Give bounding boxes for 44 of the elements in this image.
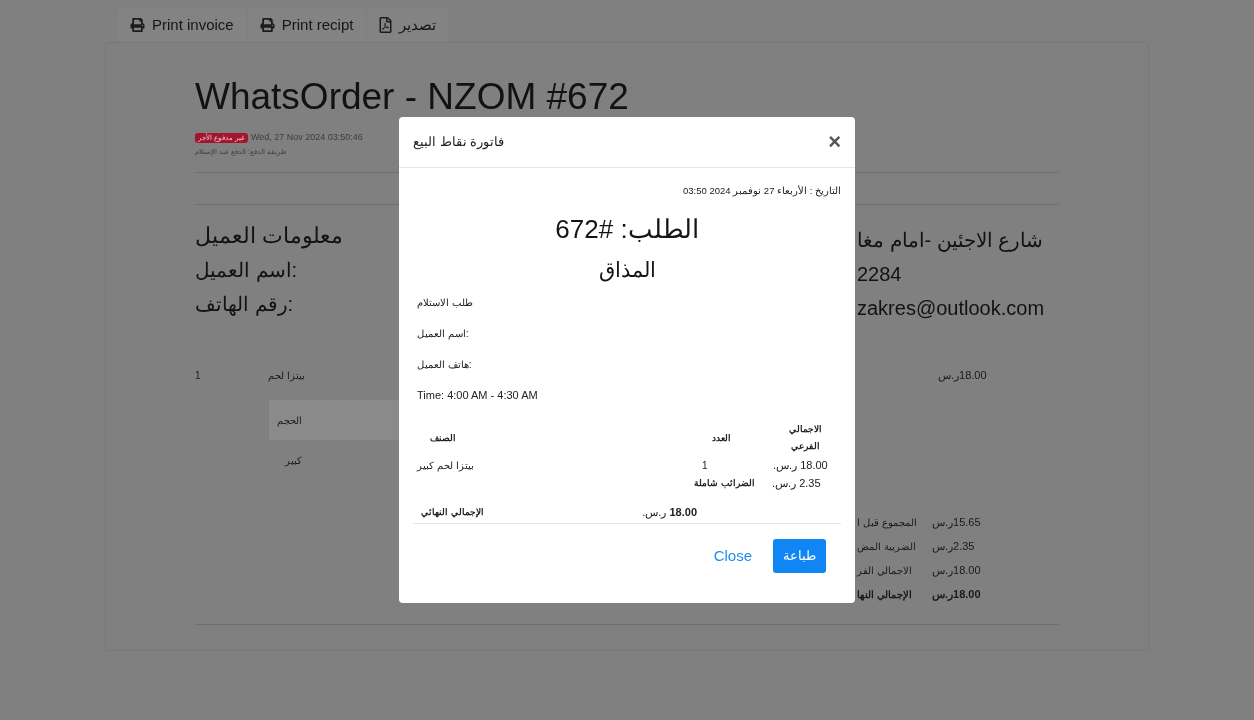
column-header: الاجمالي الفرعي	[788, 423, 823, 454]
column-header: الصنف	[429, 431, 456, 445]
table-cell: الضرائب شاملة	[694, 476, 755, 490]
summary-value: 2.35ر.س	[932, 538, 975, 555]
total-label: الإجمالي النهائي	[420, 505, 484, 520]
store-info: 2284	[857, 262, 902, 287]
summary-label: المجموع قبل ا	[857, 515, 918, 530]
summary-label: الاجمالي الفر	[857, 563, 913, 578]
receipt-date: التاريخ : الأربعاء 27 نوفمبر 2024 03:50	[683, 184, 841, 199]
printer-icon	[259, 18, 275, 32]
table-header-cell: الحجم	[269, 400, 400, 440]
store-info: zakres@outlook.com	[857, 296, 1045, 321]
store-name: المذاق	[598, 257, 656, 284]
order-detail: طلب الاستلام	[417, 296, 473, 311]
table-cell-text: 1	[195, 368, 201, 383]
invoice-title: WhatsOrder - NZOM #672	[195, 75, 629, 119]
table-cell-text: بيتزا لحم كبير	[415, 458, 474, 473]
table-cell-text: 18.00ر.س	[938, 367, 987, 384]
order-detail: اسم العميل:	[417, 327, 469, 342]
table-cell-text: كبير	[285, 454, 302, 468]
summary-label: الضريبة المض	[857, 539, 917, 554]
print-button[interactable]: طباعة	[773, 538, 826, 573]
summary-value: 18.00ر.س	[932, 562, 981, 579]
table-cell-text: 1	[701, 458, 708, 473]
table-cell-text: 18.00 ر.س.	[773, 458, 828, 474]
summary-value: 15.65ر.س	[932, 514, 981, 531]
close-link[interactable]: Close	[709, 544, 756, 567]
store-info: شارع الاجئين -امام مغا	[857, 228, 1044, 254]
pdf-file-icon	[379, 17, 393, 33]
dialog-title: فاتورة نقاط البيع	[413, 133, 505, 152]
table-cell-text: بيتزا لحم	[268, 368, 305, 383]
order-detail: هاتف العميل:	[417, 358, 472, 373]
table-cell-text: 2.35 ر.س.	[772, 476, 821, 492]
order-number: الطلب: #672	[555, 213, 699, 247]
phone-label: رقم الهاتف:	[195, 292, 294, 318]
summary-label: الإجمالي النها	[857, 587, 913, 602]
close-button[interactable]: ×	[828, 131, 841, 153]
order-date: Wed, 27 Nov 2024 03:50:46	[250, 131, 363, 144]
customer-heading: معلومات العميل	[195, 222, 344, 251]
pickup-time: Time: 4:00 AM - 4:30 AM	[417, 388, 538, 404]
summary-value: 18.00ر.س	[932, 586, 981, 603]
printer-icon	[130, 18, 145, 32]
column-header: العدد	[711, 431, 731, 445]
customer-name-label: اسم العميل:	[195, 258, 298, 284]
